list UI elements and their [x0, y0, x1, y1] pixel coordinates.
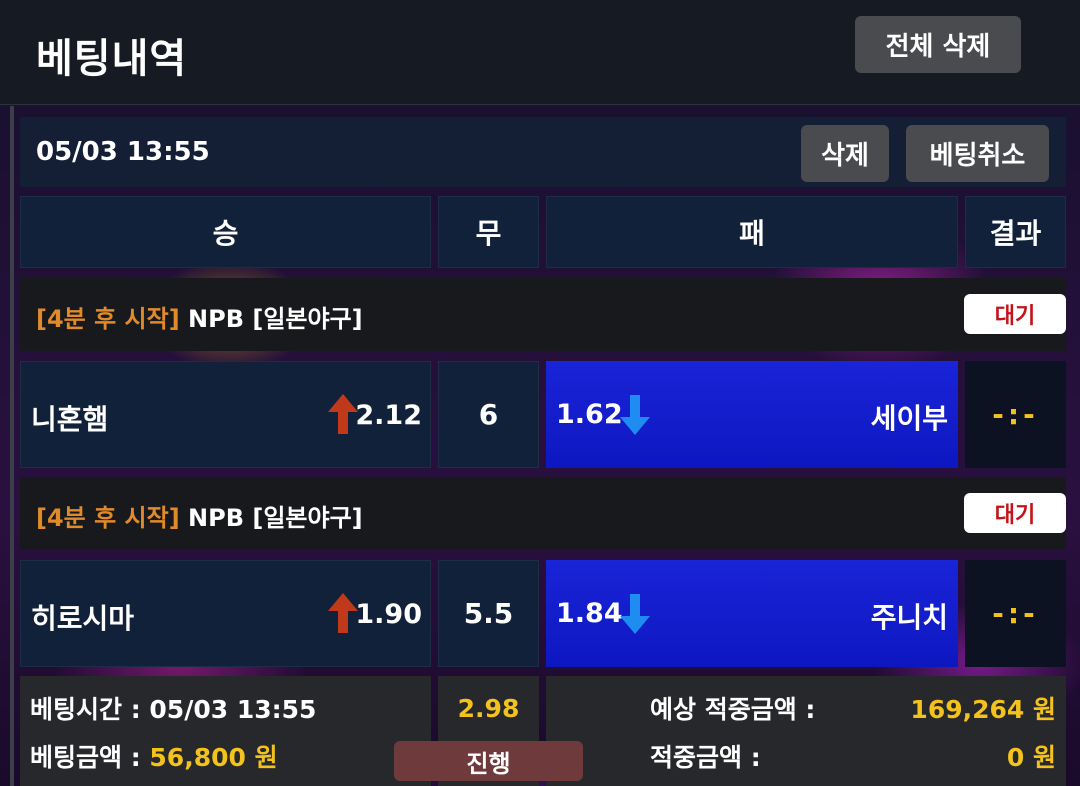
bet-datetime: 05/03 13:55 — [36, 137, 210, 167]
league-name: NPB [일본야구] — [188, 305, 363, 333]
bet-amount-value: 56,800 원 — [149, 743, 278, 772]
game-league-row: [4분 후 시작] NPB [일본야구] 대기 — [20, 278, 1066, 351]
away-odds: 1.62 — [556, 399, 623, 430]
delete-button[interactable]: 삭제 — [801, 125, 889, 182]
expected-win-value: 169,264 원 — [910, 695, 1056, 724]
bet-summary-left: 베팅시간 : 05/03 13:55 베팅금액 : 56,800 원 — [20, 676, 431, 786]
league-name: NPB [일본야구] — [188, 504, 363, 532]
column-header-win: 승 — [20, 196, 431, 268]
column-header-result: 결과 — [965, 196, 1066, 268]
status-badge: 대기 — [964, 493, 1066, 533]
card-border — [10, 106, 14, 786]
bet-info-bar: 05/03 13:55 삭제 베팅취소 — [20, 117, 1066, 187]
arrow-down-icon — [620, 395, 650, 435]
away-odds: 1.84 — [556, 598, 623, 629]
home-odds-cell[interactable]: 히로시마 1.90 — [20, 560, 431, 667]
away-odds-cell-selected[interactable]: 1.62 세이부 — [546, 361, 958, 468]
away-team-name: 세이부 — [870, 402, 948, 435]
delete-all-button[interactable]: 전체 삭제 — [855, 16, 1021, 73]
expected-win-label: 예상 적중금액 : — [650, 695, 816, 724]
result-cell: -:- — [965, 361, 1066, 468]
home-odds: 2.12 — [355, 400, 422, 431]
start-time-info: [4분 후 시작] — [36, 305, 180, 333]
away-team-name: 주니치 — [870, 601, 948, 634]
away-odds-cell-selected[interactable]: 1.84 주니치 — [546, 560, 958, 667]
game-league-row: [4분 후 시작] NPB [일본야구] 대기 — [20, 477, 1066, 550]
top-header: 베팅내역 전체 삭제 — [0, 0, 1080, 105]
start-time-info: [4분 후 시작] — [36, 504, 180, 532]
total-odds: 2.98 — [457, 694, 520, 723]
result-cell: -:- — [965, 560, 1066, 667]
column-header-draw: 무 — [438, 196, 539, 268]
draw-cell[interactable]: 6 — [438, 361, 539, 468]
home-odds-cell[interactable]: 니혼햄 2.12 — [20, 361, 431, 468]
bet-summary-right: 예상 적중금액 : 169,264 원 적중금액 : 0 원 — [546, 676, 1066, 786]
home-team-name: 니혼햄 — [31, 403, 109, 436]
win-amount-label: 적중금액 : — [650, 743, 761, 772]
bet-time-label: 베팅시간 : — [30, 695, 150, 724]
win-amount-value: 0 원 — [1006, 743, 1056, 772]
column-header-loss: 패 — [546, 196, 958, 268]
arrow-down-icon — [620, 594, 650, 634]
status-badge: 대기 — [964, 294, 1066, 334]
bet-amount-label: 베팅금액 : — [30, 743, 150, 772]
draw-cell[interactable]: 5.5 — [438, 560, 539, 667]
home-odds: 1.90 — [355, 599, 422, 630]
bet-time-value: 05/03 13:55 — [149, 695, 317, 724]
cancel-bet-button[interactable]: 베팅취소 — [906, 125, 1049, 182]
progress-status-badge: 진행 — [394, 741, 583, 781]
page-title: 베팅내역 — [36, 36, 188, 82]
home-team-name: 히로시마 — [31, 602, 135, 635]
